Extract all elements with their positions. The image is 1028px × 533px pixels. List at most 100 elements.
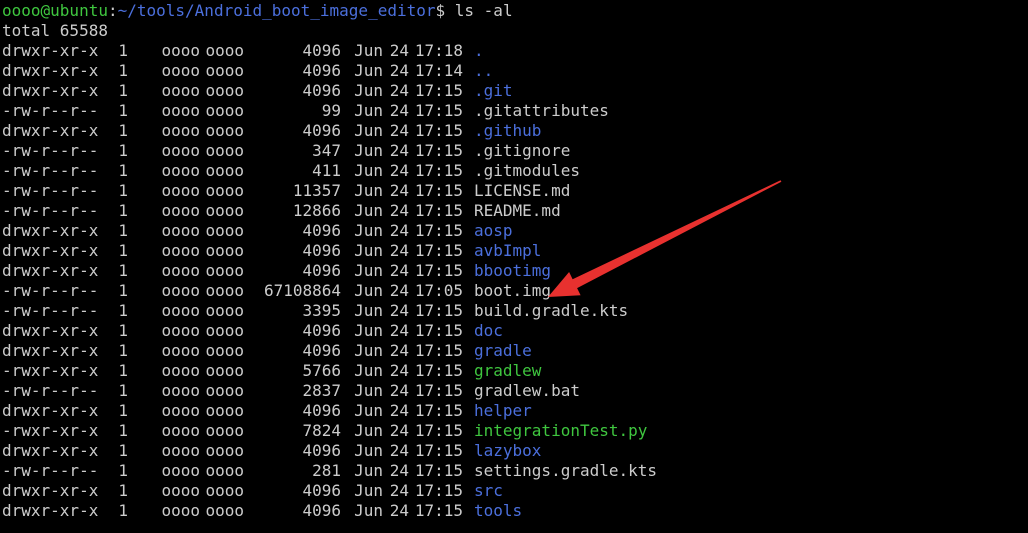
- list-item-perm: -rw-r--r--: [2, 461, 99, 480]
- list-item: -rw-r--r-- 1 oooo oooo 3395 Jun 24 17:15 build.g…: [2, 301, 1026, 321]
- list-item-month: Jun: [354, 441, 383, 460]
- list-item-day: 24: [389, 301, 409, 320]
- list-item-day: 24: [389, 201, 409, 220]
- list-item-day: 24: [389, 241, 409, 260]
- list-item-perm: drwxr-xr-x: [2, 81, 99, 100]
- list-item-time: 17:15: [414, 421, 463, 440]
- list-item-time: 17:15: [414, 481, 463, 500]
- list-item-time: 17:15: [414, 461, 463, 480]
- list-item-time: 17:05: [414, 281, 463, 300]
- list-item: drwxr-xr-x 1 oooo oooo 4096 Jun 24 17:15 helper: [2, 401, 1026, 421]
- list-item-owner: oooo: [161, 81, 200, 100]
- list-item-day: 24: [389, 381, 409, 400]
- list-item-name: lazybox: [474, 441, 542, 460]
- list-item-group: oooo: [205, 461, 244, 480]
- list-item-time: 17:15: [414, 201, 463, 220]
- list-item-links: 1: [118, 481, 128, 500]
- list-item-time: 17:15: [414, 101, 463, 120]
- list-item-size: 4096: [302, 321, 341, 340]
- list-item-group: oooo: [205, 361, 244, 380]
- list-item-time: 17:15: [414, 321, 463, 340]
- list-item-owner: oooo: [161, 181, 200, 200]
- list-item-group: oooo: [205, 121, 244, 140]
- list-item-owner: oooo: [161, 201, 200, 220]
- list-item-name: tools: [474, 501, 523, 520]
- list-item-name: src: [474, 481, 503, 500]
- list-item-links: 1: [118, 441, 128, 460]
- list-item-owner: oooo: [161, 501, 200, 520]
- list-item-size: 4096: [302, 61, 341, 80]
- list-item-links: 1: [118, 281, 128, 300]
- list-item-time: 17:15: [414, 181, 463, 200]
- total-line: total 65588: [2, 21, 108, 40]
- list-item-group: oooo: [205, 241, 244, 260]
- list-item-day: 24: [389, 401, 409, 420]
- list-item-links: 1: [118, 341, 128, 360]
- list-item-group: oooo: [205, 201, 244, 220]
- list-item-perm: -rwxr-xr-x: [2, 361, 99, 380]
- list-item-owner: oooo: [161, 341, 200, 360]
- list-item-month: Jun: [354, 361, 383, 380]
- list-item-group: oooo: [205, 401, 244, 420]
- list-item-size: 4096: [302, 501, 341, 520]
- list-item-group: oooo: [205, 421, 244, 440]
- list-item-links: 1: [118, 81, 128, 100]
- list-item: -rw-r--r-- 1 oooo oooo 12866 Jun 24 17:15 README…: [2, 201, 1026, 221]
- list-item-size: 4096: [302, 81, 341, 100]
- list-item-group: oooo: [205, 381, 244, 400]
- list-item: -rwxr-xr-x 1 oooo oooo 5766 Jun 24 17:15 gradlew: [2, 361, 1026, 381]
- list-item-name: build.gradle.kts: [474, 301, 629, 320]
- list-item-day: 24: [389, 461, 409, 480]
- terminal-window[interactable]: oooo@ubuntu:~/tools/Android_boot_image_e…: [2, 1, 1026, 533]
- list-item-time: 17:15: [414, 81, 463, 100]
- list-item-day: 24: [389, 361, 409, 380]
- list-item-name: helper: [474, 401, 532, 420]
- list-item-perm: drwxr-xr-x: [2, 441, 99, 460]
- list-item-perm: -rw-r--r--: [2, 301, 99, 320]
- list-item-size: 281: [312, 461, 341, 480]
- list-item-group: oooo: [205, 441, 244, 460]
- list-item-name: bbootimg: [474, 261, 552, 280]
- list-item-size: 67108864: [263, 281, 341, 300]
- list-item-time: 17:15: [414, 121, 463, 140]
- list-item-name: integrationTest.py: [474, 421, 648, 440]
- list-item-owner: oooo: [161, 101, 200, 120]
- list-item-perm: -rw-r--r--: [2, 161, 99, 180]
- list-item-perm: -rw-r--r--: [2, 381, 99, 400]
- list-item-day: 24: [389, 141, 409, 160]
- list-item-owner: oooo: [161, 461, 200, 480]
- list-item-perm: drwxr-xr-x: [2, 241, 99, 260]
- list-item-month: Jun: [354, 481, 383, 500]
- list-item-perm: -rw-r--r--: [2, 201, 99, 220]
- list-item-month: Jun: [354, 301, 383, 320]
- list-item: -rw-r--r-- 1 oooo oooo 67108864 Jun 24 17:05 boo…: [2, 281, 1026, 301]
- list-item-links: 1: [118, 461, 128, 480]
- list-item-group: oooo: [205, 221, 244, 240]
- list-item-size: 11357: [292, 181, 341, 200]
- list-item-month: Jun: [354, 81, 383, 100]
- list-item-owner: oooo: [161, 121, 200, 140]
- list-item-size: 5766: [302, 361, 341, 380]
- list-item-name: LICENSE.md: [474, 181, 571, 200]
- list-item: -rwxr-xr-x 1 oooo oooo 7824 Jun 24 17:15 integra…: [2, 421, 1026, 441]
- list-item-time: 17:15: [414, 501, 463, 520]
- list-item-group: oooo: [205, 481, 244, 500]
- prompt-user-host: oooo@ubuntu: [2, 1, 108, 20]
- list-item-month: Jun: [354, 121, 383, 140]
- list-item-time: 17:15: [414, 261, 463, 280]
- list-item-owner: oooo: [161, 221, 200, 240]
- list-item-name: .gitmodules: [474, 161, 580, 180]
- list-item-month: Jun: [354, 221, 383, 240]
- list-item-name: doc: [474, 321, 503, 340]
- list-item-size: 4096: [302, 221, 341, 240]
- list-item-owner: oooo: [161, 281, 200, 300]
- list-item-links: 1: [118, 261, 128, 280]
- list-item-size: 12866: [292, 201, 341, 220]
- list-item-links: 1: [118, 321, 128, 340]
- list-item-owner: oooo: [161, 401, 200, 420]
- list-item-owner: oooo: [161, 261, 200, 280]
- list-item-group: oooo: [205, 321, 244, 340]
- list-item: -rw-r--r-- 1 oooo oooo 411 Jun 24 17:15 .gitmodu…: [2, 161, 1026, 181]
- list-item-month: Jun: [354, 501, 383, 520]
- list-item-name: .github: [474, 121, 542, 140]
